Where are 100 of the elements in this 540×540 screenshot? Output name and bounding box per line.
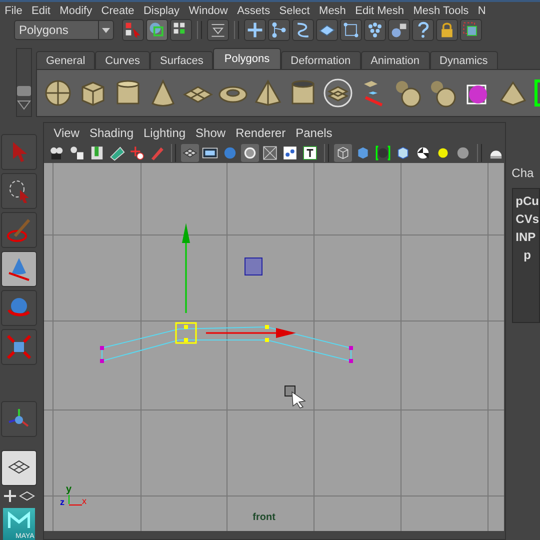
shelf-tab[interactable]: Curves (95, 51, 150, 69)
spheres-icon (428, 78, 458, 108)
cursor-icon (284, 386, 306, 408)
circled-planes-icon (323, 78, 353, 108)
square-handle (244, 258, 262, 276)
shelf-tab[interactable]: General (36, 51, 96, 69)
menu-item[interactable]: Select (274, 4, 314, 16)
toolbar-button[interactable] (316, 19, 338, 41)
toolbar-button[interactable] (170, 19, 192, 41)
panel-tool-button[interactable] (300, 144, 319, 162)
menu-item[interactable]: Mesh (314, 4, 351, 16)
menu-item[interactable]: Display (138, 4, 184, 16)
menu-item[interactable]: Assets (232, 4, 275, 16)
toolbar-button[interactable] (436, 19, 458, 41)
toolbar-button[interactable] (268, 19, 290, 41)
point-grid-icon (342, 21, 360, 39)
picture-icon (108, 144, 125, 160)
menu-item[interactable]: Modify (55, 4, 97, 16)
plus-icon (246, 21, 264, 39)
panel-tool-button[interactable] (280, 144, 299, 162)
tool-button[interactable] (1, 290, 38, 326)
menu-item[interactable]: File (0, 4, 27, 16)
crosshair-icon (128, 144, 145, 160)
camera-list-icon (68, 144, 85, 160)
menu-item[interactable]: Window (184, 4, 232, 16)
bracket-ball-icon (374, 144, 391, 160)
menu-item[interactable]: Create (96, 4, 139, 16)
toolbar-button[interactable] (146, 19, 168, 41)
channel-box-text: CVs (516, 212, 539, 226)
arrow-squares-icon (124, 21, 142, 39)
panel-menu-item[interactable]: Lighting (138, 126, 191, 140)
toolbar-button[interactable] (207, 19, 229, 41)
tool-button[interactable] (1, 329, 38, 365)
matte-ball-icon (454, 144, 471, 160)
panel-menu-item[interactable]: Show (190, 126, 231, 140)
toolbar-button[interactable] (460, 19, 482, 41)
shelf-tab[interactable]: Animation (360, 51, 430, 69)
toolbar-button[interactable] (122, 19, 144, 41)
toolbar-button[interactable] (388, 19, 410, 41)
tool-button[interactable] (1, 251, 38, 287)
node-dots-icon (282, 144, 298, 160)
panel-menu-item[interactable]: Renderer (230, 126, 291, 140)
shelf-tab[interactable]: Surfaces (150, 51, 214, 69)
dashed-square-icon (462, 21, 480, 39)
spheres-icon (393, 78, 423, 108)
pencil-icon (148, 144, 165, 160)
ball-icon (222, 144, 238, 160)
panel-tool-button[interactable] (128, 144, 146, 162)
panel-tool-button[interactable] (180, 144, 199, 162)
shelf-tab[interactable]: Dynamics (430, 51, 498, 69)
checker-ball-icon (414, 144, 431, 160)
mesh-icon (262, 144, 278, 160)
toolbar-button[interactable] (364, 19, 386, 41)
toolbar-button[interactable] (412, 19, 434, 41)
sphere-icon (43, 78, 73, 108)
axis-indicator (68, 494, 82, 506)
menu-item[interactable]: Mesh Tools (408, 4, 474, 16)
panel-menu-item[interactable]: View (48, 126, 84, 140)
channel-box-text: p (522, 248, 532, 262)
panel-tool-button[interactable] (374, 144, 392, 162)
panel-menu-item[interactable]: Shading (84, 126, 138, 140)
tool-button[interactable] (1, 173, 38, 209)
menu-item[interactable]: N (473, 4, 490, 16)
tool-button[interactable] (1, 401, 38, 437)
triangle-down-icon[interactable] (17, 100, 31, 110)
toolbar-button[interactable] (292, 19, 314, 41)
panel-menu-item[interactable]: Panels (290, 126, 338, 140)
channel-box-title: Cha (512, 166, 535, 180)
layout-button[interactable] (1, 450, 38, 486)
axis-label: x (82, 496, 86, 506)
m-shape-icon (8, 511, 30, 529)
axis-label: z (60, 497, 64, 507)
toolbar-button[interactable] (244, 19, 266, 41)
camera-label: front (252, 512, 276, 523)
channel-box-text: INP (516, 230, 537, 244)
panel-tool-button[interactable] (68, 144, 86, 162)
circle-square-icon (148, 21, 166, 39)
channel-box-text: pCu (516, 194, 539, 208)
menu-item[interactable]: Edit Mesh (350, 4, 409, 16)
pyramid-icon (253, 78, 283, 108)
menu-item[interactable]: Edit (26, 4, 56, 16)
ring-icon (242, 144, 258, 160)
letter-icon (302, 144, 318, 160)
cube-arrows-icon (5, 333, 34, 361)
bookmark-icon (88, 144, 105, 160)
node-link-icon (270, 21, 288, 39)
shelf-tab[interactable]: Polygons (213, 48, 281, 69)
camera-icon (48, 144, 65, 160)
tool-button[interactable] (1, 212, 38, 248)
toolbar-button[interactable] (340, 19, 362, 41)
caret-icon (98, 21, 113, 39)
selection-square (174, 322, 196, 344)
shelf-tab[interactable]: Deformation (280, 51, 361, 69)
panel-tool-button[interactable] (260, 144, 279, 162)
menu-set-dropdown[interactable]: Polygons (14, 20, 114, 40)
layout-icons (3, 489, 36, 503)
axis-label: y (66, 484, 72, 495)
dots-icon (366, 21, 384, 39)
panel-tool-button[interactable] (240, 144, 259, 162)
filter-icon (209, 21, 227, 39)
